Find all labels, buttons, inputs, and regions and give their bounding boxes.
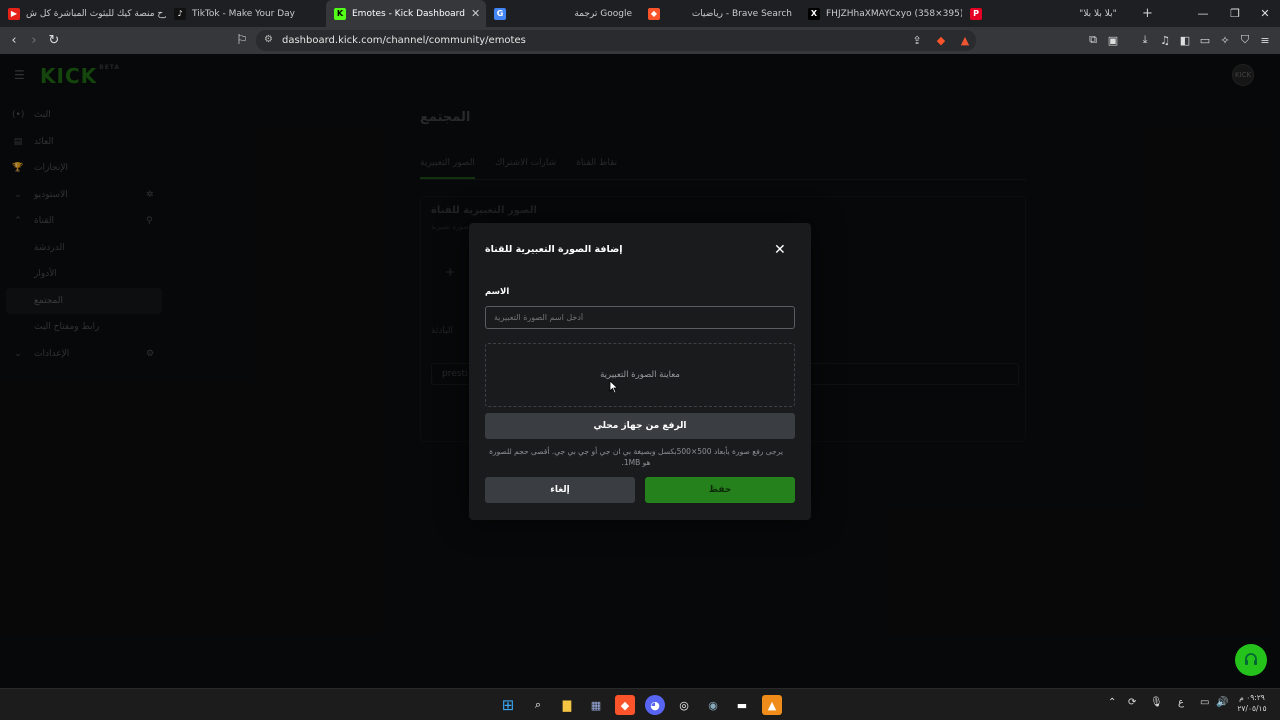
tab-title: "بلا بلا بلا": [1079, 8, 1117, 19]
game-app-icon[interactable]: ▬: [732, 695, 752, 715]
tab-5[interactable]: ترجمة Google: [570, 0, 640, 27]
brave-search-icon: ◆: [648, 7, 660, 20]
tab-title: TikTok - Make Your Day: [192, 8, 296, 19]
add-emote-modal: إضافة الصورة التعبيرية للقناة ✕ الاسم مع…: [469, 223, 811, 520]
cancel-button[interactable]: إلغاء: [485, 477, 635, 503]
bookmark-icon[interactable]: ⚐: [232, 30, 252, 50]
headset-icon: [1245, 653, 1257, 665]
tab-1[interactable]: ▶ شرح منصة كيك للبثوث المباشرة كل ش...: [0, 0, 166, 27]
tab-9[interactable]: "بلا بلا بلا": [1062, 0, 1134, 27]
save-button[interactable]: حفظ: [645, 477, 795, 503]
menu-icon[interactable]: ≡: [1256, 30, 1274, 50]
search-icon[interactable]: ⌕: [528, 695, 548, 715]
back-button[interactable]: ‹: [4, 30, 24, 50]
volume-icon[interactable]: 🔊: [1216, 697, 1228, 708]
url-text: dashboard.kick.com/channel/community/emo…: [282, 35, 526, 46]
brave-rewards-icon[interactable]: ▲: [956, 30, 974, 50]
tab-title: رياضيات - Brave Search: [691, 8, 792, 19]
clock-time: ٠٩:٢٩ م: [1239, 693, 1265, 702]
url-field[interactable]: ⚙ dashboard.kick.com/channel/community/e…: [256, 30, 976, 51]
vpn-icon[interactable]: ⛉: [1236, 30, 1254, 50]
preview-label: معاينة الصورة التعبيرية: [600, 370, 680, 380]
upload-hint: يرجى رفع صورة بأبعاد 500×500بكسل وبصيغة …: [489, 447, 783, 467]
tab-8[interactable]: P: [962, 0, 1062, 27]
brave-browser-icon[interactable]: ◆: [615, 695, 635, 715]
tab-title: Emotes - Kick Dashboard: [352, 8, 465, 19]
extensions-icon[interactable]: ⧉: [1084, 30, 1102, 50]
tab-7[interactable]: X FHJZHhaXMAYCxyo (358×395): [800, 0, 962, 27]
close-window-button[interactable]: ✕: [1248, 0, 1280, 27]
mouse-cursor-icon: [609, 380, 619, 394]
x-icon: X: [808, 7, 820, 20]
reload-button[interactable]: ↻: [44, 30, 64, 50]
screenshot-icon[interactable]: ▣: [1104, 30, 1122, 50]
leo-ai-icon[interactable]: ✧: [1216, 30, 1234, 50]
name-label: الاسم: [485, 287, 510, 297]
tray-overflow-icon[interactable]: ⌃: [1108, 697, 1116, 708]
brave-shields-icon[interactable]: ◆: [932, 30, 950, 50]
emote-name-input[interactable]: [485, 306, 795, 329]
translate-icon: G: [494, 7, 506, 20]
tab-2[interactable]: ♪ TikTok - Make Your Day: [166, 0, 326, 27]
close-tab-icon[interactable]: ✕: [471, 7, 480, 20]
close-icon[interactable]: ✕: [774, 242, 786, 258]
store-icon[interactable]: ▦: [586, 695, 606, 715]
tab-3-active[interactable]: K Emotes - Kick Dashboard ✕: [326, 0, 486, 27]
new-tab-button[interactable]: +: [1134, 0, 1158, 27]
chrome-icon[interactable]: ◎: [674, 695, 694, 715]
tab-6[interactable]: ◆ رياضيات - Brave Search: [640, 0, 800, 27]
creative-app-icon[interactable]: ▲: [762, 695, 782, 715]
site-info-icon[interactable]: ⚙: [264, 34, 273, 45]
forward-button[interactable]: ›: [24, 30, 44, 50]
sync-icon[interactable]: ⟳: [1128, 697, 1136, 708]
share-icon[interactable]: ⇪: [908, 30, 926, 50]
tab-4[interactable]: G: [486, 0, 570, 27]
language-indicator[interactable]: ع: [1178, 697, 1184, 708]
media-icon[interactable]: ♫: [1156, 30, 1174, 50]
tab-title: شرح منصة كيك للبثوث المباشرة كل ش...: [26, 8, 166, 19]
discord-icon[interactable]: ◕: [645, 695, 665, 715]
tab-title: ترجمة Google: [574, 8, 632, 19]
youtube-icon: ▶: [8, 7, 20, 20]
tab-title: FHJZHhaXMAYCxyo (358×395): [826, 8, 962, 19]
windows-start-icon[interactable]: ⊞: [498, 695, 518, 715]
help-chat-button[interactable]: [1235, 644, 1267, 676]
file-explorer-icon[interactable]: ▇: [557, 695, 577, 715]
upload-local-button[interactable]: الرفع من جهاز محلي: [485, 413, 795, 439]
browser-tab-strip: ▶ شرح منصة كيك للبثوث المباشرة كل ش... ♪…: [0, 0, 1280, 27]
wallet-icon[interactable]: ▭: [1196, 30, 1214, 50]
microphone-icon[interactable]: 🎙: [1150, 697, 1163, 708]
tiktok-icon: ♪: [174, 7, 186, 20]
plus-icon: +: [1142, 6, 1153, 21]
sidebar-icon[interactable]: ◧: [1176, 30, 1194, 50]
minimize-button[interactable]: —: [1186, 0, 1220, 27]
clock-date: ٢٧/٠٥/١٥: [1237, 704, 1267, 713]
network-icon[interactable]: ▭: [1200, 697, 1209, 708]
kick-icon: K: [334, 7, 346, 20]
restore-button[interactable]: ❐: [1218, 0, 1252, 27]
windows-taskbar: ⊞ ⌕ ▇ ▦ ◆ ◕ ◎ ◉ ▬ ▲ ⌃ ⟳ 🎙 ع ▭ 🔊 ٠٩:٢٩ م …: [0, 688, 1280, 720]
steam-icon[interactable]: ◉: [703, 695, 723, 715]
downloads-icon[interactable]: ⤓: [1136, 30, 1154, 50]
modal-title: إضافة الصورة التعبيرية للقناة: [485, 244, 623, 255]
pinterest-icon: P: [970, 7, 982, 20]
system-clock[interactable]: ٠٩:٢٩ م ٢٧/٠٥/١٥: [1232, 692, 1272, 714]
emote-preview-area: معاينة الصورة التعبيرية: [485, 343, 795, 407]
